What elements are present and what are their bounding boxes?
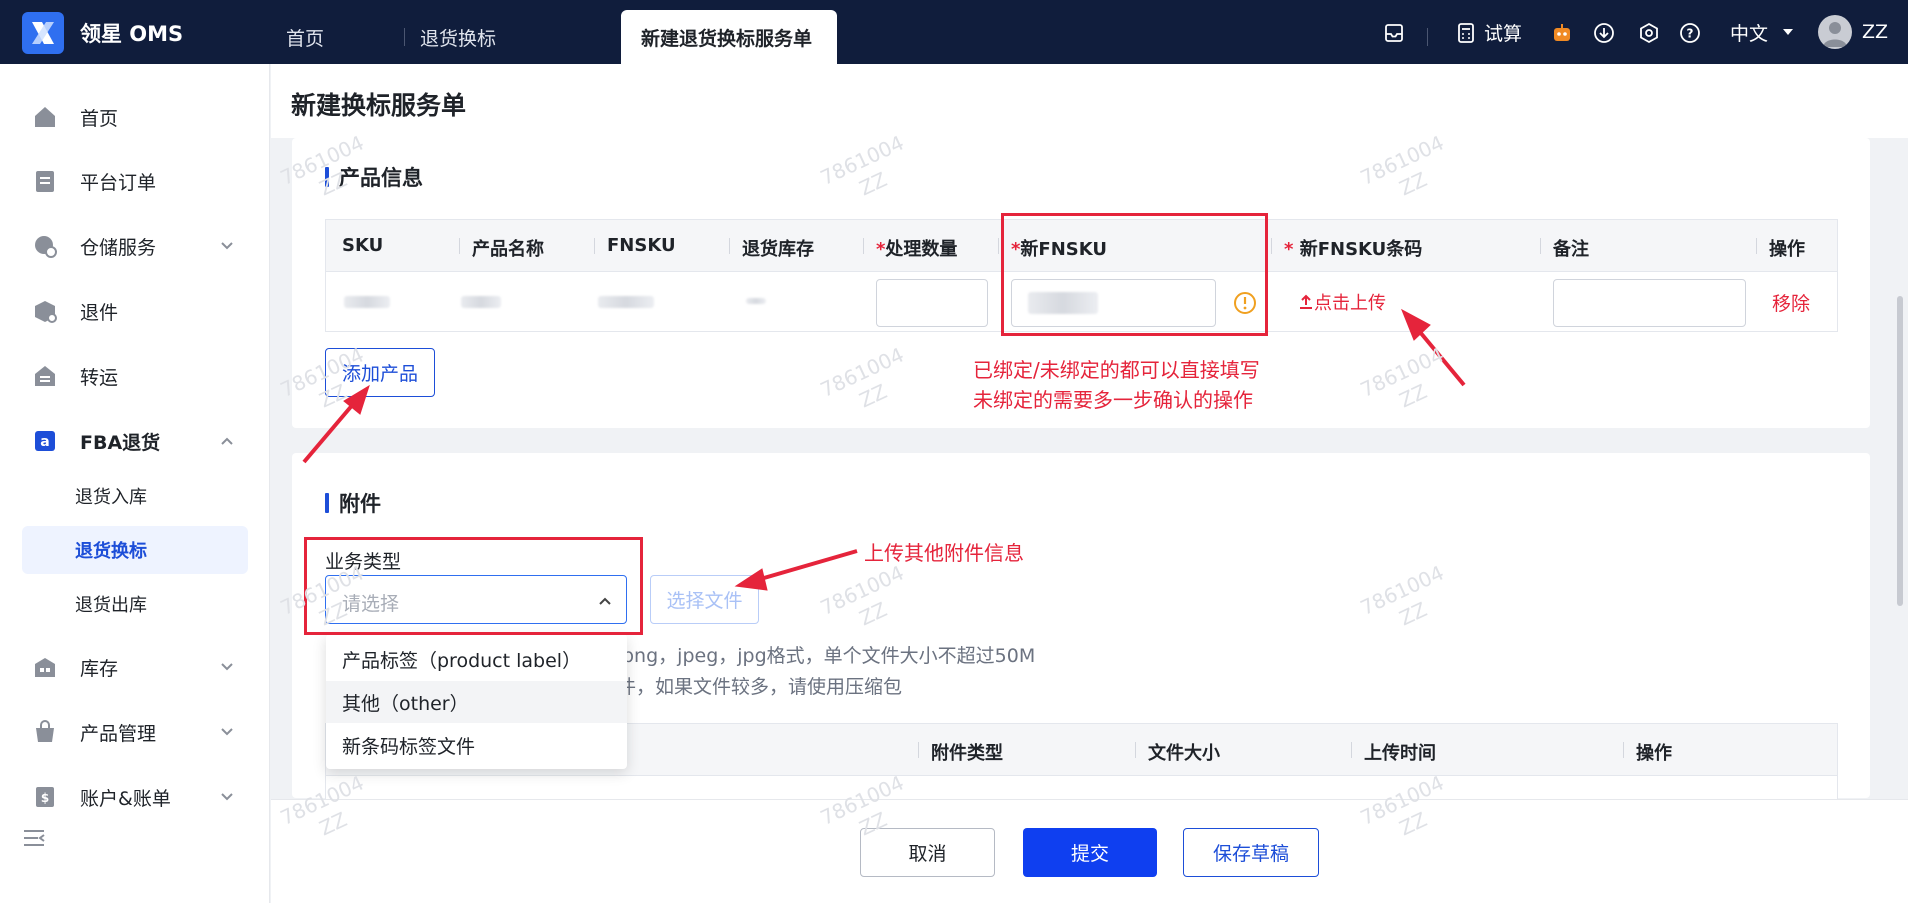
- form-footer: 取消 提交 保存草稿: [271, 799, 1908, 903]
- submit-button[interactable]: 提交: [1023, 828, 1157, 877]
- arrow-to-choose-file-icon: [749, 549, 858, 584]
- save-draft-button[interactable]: 保存草稿: [1183, 828, 1319, 877]
- cancel-button[interactable]: 取消: [860, 828, 995, 877]
- page-scrollbar-thumb[interactable]: [1897, 296, 1903, 606]
- annotation-arrows: [302, 308, 1466, 591]
